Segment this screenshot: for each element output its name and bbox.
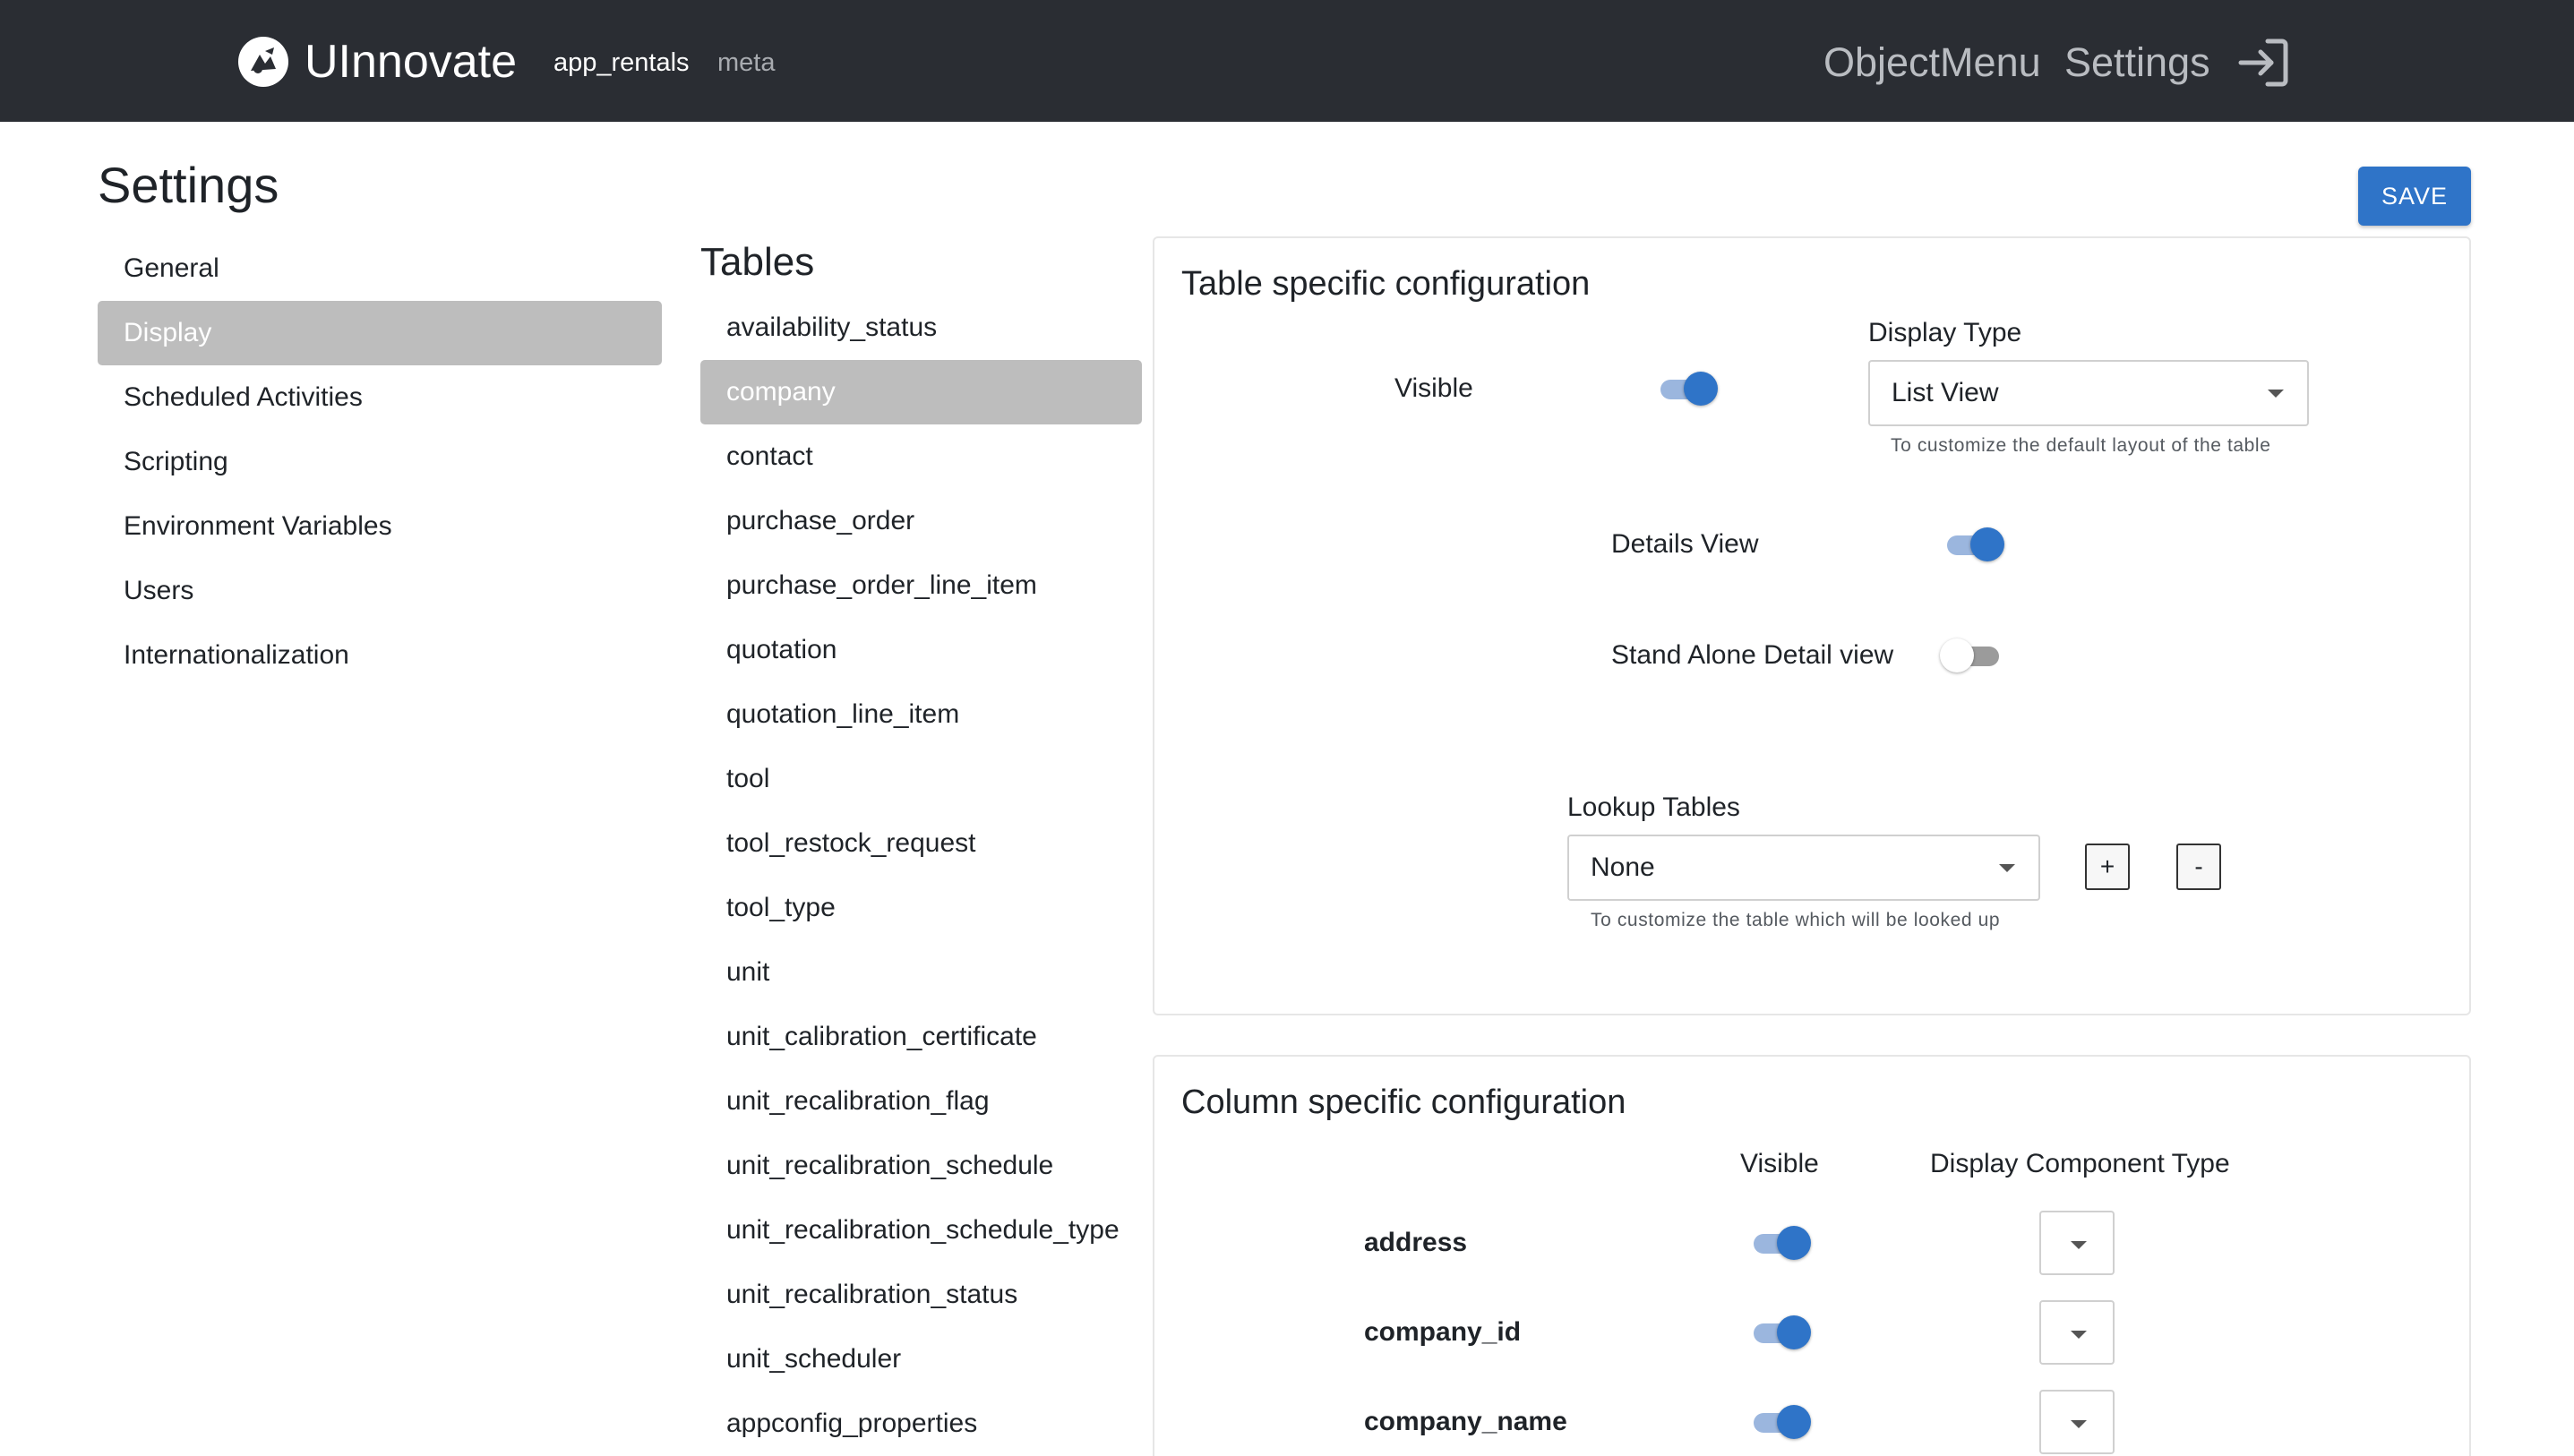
table-config-panel: Table specific configuration Visible Dis… xyxy=(1153,236,2471,1015)
standalone-detail-label: Stand Alone Detail view xyxy=(1611,640,1894,670)
table-item[interactable]: unit xyxy=(700,940,1142,1005)
standalone-detail-toggle[interactable] xyxy=(1940,638,2001,673)
nav-objectmenu[interactable]: ObjectMenu xyxy=(1823,38,2041,88)
tables-list: availability_status company contact purc… xyxy=(700,295,1142,1456)
chevron-down-icon xyxy=(2071,1331,2087,1339)
toggle-thumb xyxy=(1940,638,1974,672)
display-type-helper: To customize the default layout of the t… xyxy=(1891,435,2271,456)
column-header-component-type: Display Component Type xyxy=(1930,1149,2230,1178)
toggle-thumb xyxy=(1777,1315,1811,1349)
component-type-select[interactable] xyxy=(2039,1300,2115,1365)
display-type-select[interactable]: List View xyxy=(1868,360,2309,426)
details-view-label: Details View xyxy=(1611,529,1759,559)
table-item[interactable]: quotation_line_item xyxy=(700,682,1142,747)
table-item[interactable]: tool_type xyxy=(700,876,1142,940)
column-visible-toggle[interactable] xyxy=(1750,1404,1811,1440)
column-row-name: company_id xyxy=(1364,1317,1522,1347)
toggle-thumb xyxy=(1970,527,2004,561)
table-item[interactable]: unit_recalibration_status xyxy=(700,1263,1142,1327)
logo-icon[interactable] xyxy=(238,37,288,87)
table-item[interactable]: availability_status xyxy=(700,295,1142,360)
table-item[interactable]: appconfig_properties xyxy=(700,1392,1142,1456)
toggle-thumb xyxy=(1777,1226,1811,1260)
table-item-selected[interactable]: company xyxy=(700,360,1142,424)
table-item[interactable]: unit_scheduler xyxy=(700,1327,1142,1392)
table-item[interactable]: tool_restock_request xyxy=(700,811,1142,876)
column-visible-toggle[interactable] xyxy=(1750,1315,1811,1350)
table-item[interactable]: purchase_order_line_item xyxy=(700,553,1142,618)
table-item[interactable]: quotation xyxy=(700,618,1142,682)
brand-name[interactable]: UInnovate xyxy=(305,34,517,90)
menu-item-scripting[interactable]: Scripting xyxy=(98,430,662,494)
lookup-tables-value: None xyxy=(1591,852,1655,882)
chevron-down-icon xyxy=(2071,1420,2087,1428)
table-item[interactable]: unit_calibration_certificate xyxy=(700,1005,1142,1069)
table-item[interactable]: unit_recalibration_flag xyxy=(700,1069,1142,1134)
settings-menu: General Display Scheduled Activities Scr… xyxy=(98,236,662,688)
component-type-select[interactable] xyxy=(2039,1390,2115,1454)
page-title: Settings xyxy=(98,157,279,213)
menu-item-environment-variables[interactable]: Environment Variables xyxy=(98,494,662,559)
save-button[interactable]: SAVE xyxy=(2358,167,2471,226)
chevron-down-icon xyxy=(1999,864,2015,872)
table-item[interactable]: unit_recalibration_schedule xyxy=(700,1134,1142,1198)
column-visible-toggle[interactable] xyxy=(1750,1225,1811,1261)
toggle-thumb xyxy=(1777,1405,1811,1439)
component-type-select[interactable] xyxy=(2039,1211,2115,1275)
app-name[interactable]: app_rentals xyxy=(553,47,690,79)
column-header-visible: Visible xyxy=(1740,1149,1819,1178)
top-navbar: UInnovate app_rentals meta ObjectMenu Se… xyxy=(0,0,2574,122)
column-config-title: Column specific configuration xyxy=(1181,1083,1626,1121)
menu-item-general[interactable]: General xyxy=(98,236,662,301)
visible-toggle[interactable] xyxy=(1657,371,1718,407)
nav-settings[interactable]: Settings xyxy=(2064,38,2210,88)
details-view-toggle[interactable] xyxy=(1943,527,2004,562)
visible-label: Visible xyxy=(1394,373,1473,403)
display-type-label: Display Type xyxy=(1868,318,2022,347)
table-item[interactable]: unit_recalibration_schedule_type xyxy=(700,1198,1142,1263)
lookup-tables-select[interactable]: None xyxy=(1567,835,2040,901)
lookup-tables-helper: To customize the table which will be loo… xyxy=(1591,910,2001,930)
chevron-down-icon xyxy=(2268,390,2284,398)
logout-icon[interactable] xyxy=(2235,38,2289,88)
meta-link[interactable]: meta xyxy=(717,47,775,79)
add-lookup-button[interactable]: + xyxy=(2085,844,2130,890)
table-item[interactable]: purchase_order xyxy=(700,489,1142,553)
menu-item-internationalization[interactable]: Internationalization xyxy=(98,623,662,688)
chevron-down-icon xyxy=(2071,1241,2087,1249)
lookup-tables-label: Lookup Tables xyxy=(1567,792,1740,822)
menu-item-scheduled-activities[interactable]: Scheduled Activities xyxy=(98,365,662,430)
toggle-thumb xyxy=(1684,372,1718,406)
menu-item-users[interactable]: Users xyxy=(98,559,662,623)
table-item[interactable]: tool xyxy=(700,747,1142,811)
tables-heading: Tables xyxy=(700,240,815,284)
remove-lookup-button[interactable]: - xyxy=(2176,844,2221,890)
table-item[interactable]: contact xyxy=(700,424,1142,489)
column-row-name: address xyxy=(1364,1228,1468,1257)
menu-item-display[interactable]: Display xyxy=(98,301,662,365)
table-config-title: Table specific configuration xyxy=(1181,265,1591,303)
display-type-value: List View xyxy=(1892,378,1999,407)
column-config-panel: Column specific configuration Visible Di… xyxy=(1153,1055,2471,1456)
column-row-name: company_name xyxy=(1364,1407,1567,1436)
